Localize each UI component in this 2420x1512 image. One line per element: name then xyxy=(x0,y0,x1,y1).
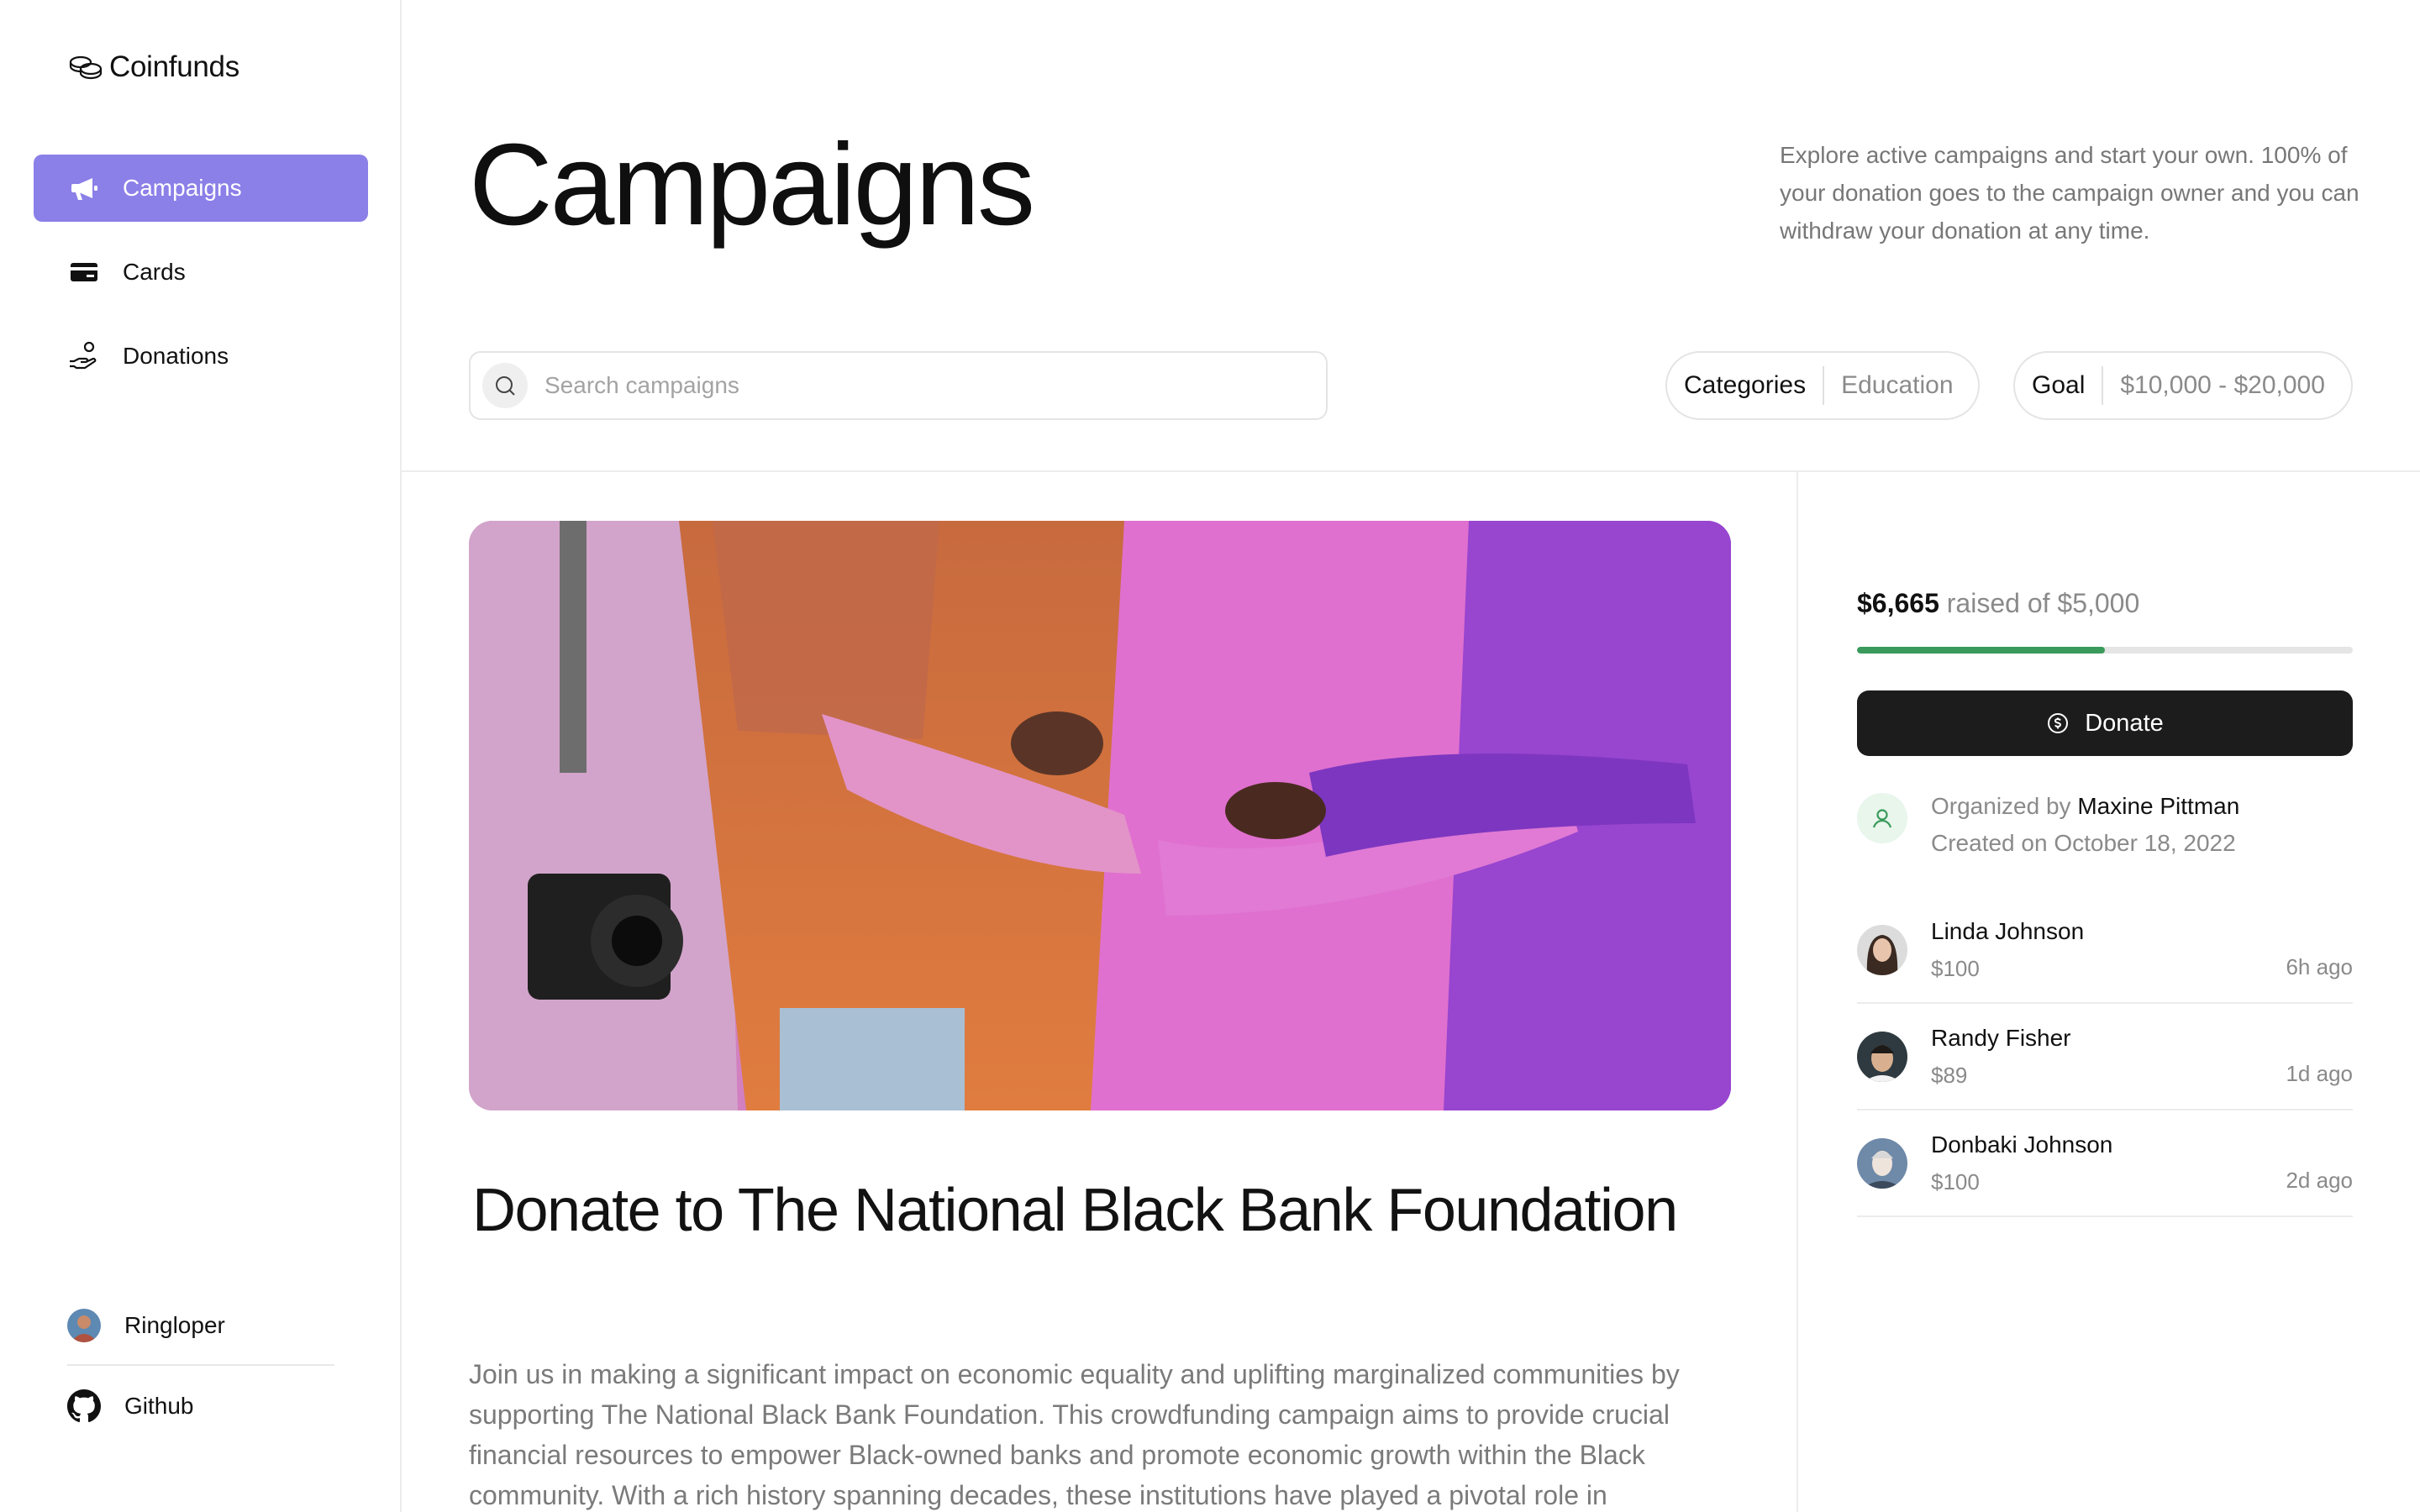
megaphone-icon xyxy=(67,171,101,205)
donor-row[interactable]: Linda Johnson $100 6h ago xyxy=(1857,897,2353,1004)
search-icon xyxy=(482,363,528,408)
sidebar: Coinfunds Campaigns Cards Donations Ring… xyxy=(0,0,402,1512)
sidebar-item-label: Cards xyxy=(123,259,186,285)
organizer-info: Organized by Maxine Pittman Created on O… xyxy=(1857,788,2239,862)
campaign-description: Join us in making a significant impact o… xyxy=(469,1359,1680,1510)
panel-divider xyxy=(1797,470,1798,1512)
donor-amount: $100 xyxy=(1931,955,1980,981)
donor-row[interactable]: Donbaki Johnson $100 2d ago xyxy=(1857,1110,2353,1217)
campaign-image xyxy=(469,521,1731,1110)
hand-coins-icon xyxy=(67,339,101,373)
avatar xyxy=(1857,1031,1907,1082)
donor-name: Randy Fisher xyxy=(1931,1024,2071,1051)
sidebar-item-donations[interactable]: Donations xyxy=(34,323,368,390)
campaign-title: Donate to The National Black Bank Founda… xyxy=(472,1177,1678,1244)
organizer-prefix: Organized by xyxy=(1931,793,2071,819)
organizer-text: Organized by Maxine Pittman Created on O… xyxy=(1931,788,2239,862)
avatar xyxy=(1857,1137,1907,1189)
sidebar-item-campaigns[interactable]: Campaigns xyxy=(34,155,368,222)
funding-summary: $6,665 raised of $5,000 xyxy=(1857,588,2139,619)
donor-time: 1d ago xyxy=(2286,1061,2353,1086)
filter-label: Goal xyxy=(2032,371,2086,399)
filter-divider xyxy=(1823,366,1825,405)
donate-label: Donate xyxy=(2085,709,2164,737)
sidebar-footer: Ringloper Github xyxy=(67,1294,334,1426)
sidebar-item-label: Donations xyxy=(123,343,229,369)
filter-divider xyxy=(2102,366,2104,405)
search-input[interactable] xyxy=(544,372,1284,399)
donor-amount: $89 xyxy=(1931,1062,1968,1088)
search-bar[interactable] xyxy=(469,351,1328,420)
divider xyxy=(67,1364,334,1366)
avatar xyxy=(1857,924,1907,975)
sidebar-nav: Campaigns Cards Donations xyxy=(34,155,368,407)
credit-card-icon xyxy=(67,255,101,289)
donor-name: Donbaki Johnson xyxy=(1931,1131,2113,1158)
header-divider xyxy=(402,470,2420,472)
app-logo[interactable]: Coinfunds xyxy=(67,49,239,86)
dollar-circle-icon xyxy=(2048,713,2069,733)
filter-value: $10,000 - $20,000 xyxy=(2120,371,2325,399)
avatar xyxy=(67,1309,101,1342)
organizer-name[interactable]: Maxine Pittman xyxy=(2077,793,2239,819)
github-icon xyxy=(67,1389,101,1423)
user-profile[interactable]: Ringloper xyxy=(67,1294,334,1357)
github-link[interactable]: Github xyxy=(67,1386,334,1426)
goal-filter[interactable]: Goal $10,000 - $20,000 xyxy=(2013,351,2353,420)
coins-icon xyxy=(69,55,103,80)
donor-list: Linda Johnson $100 6h ago Randy Fisher $… xyxy=(1857,897,2353,1217)
donor-amount: $100 xyxy=(1931,1168,1980,1194)
donor-row[interactable]: Randy Fisher $89 1d ago xyxy=(1857,1004,2353,1110)
github-label: Github xyxy=(124,1393,194,1419)
user-icon xyxy=(1857,793,1907,843)
filter-value: Education xyxy=(1841,371,1954,399)
app-name: Coinfunds xyxy=(109,50,239,83)
progress-fill xyxy=(1857,647,2105,654)
donor-time: 6h ago xyxy=(2286,954,2353,979)
sidebar-item-cards[interactable]: Cards xyxy=(34,239,368,306)
created-date: Created on October 18, 2022 xyxy=(1931,830,2236,856)
raised-goal: raised of $5,000 xyxy=(1946,588,2140,618)
funding-progress-bar xyxy=(1857,647,2353,654)
raised-amount: $6,665 xyxy=(1857,588,1939,618)
donor-name: Linda Johnson xyxy=(1931,917,2085,944)
page-title: Campaigns xyxy=(469,120,1035,249)
user-name: Ringloper xyxy=(124,1312,225,1338)
filter-label: Categories xyxy=(1684,371,1807,399)
page-intro: Explore active campaigns and start your … xyxy=(1780,142,2360,244)
sidebar-item-label: Campaigns xyxy=(123,175,242,201)
categories-filter[interactable]: Categories Education xyxy=(1665,351,1980,420)
donate-button[interactable]: Donate xyxy=(1857,690,2353,756)
donor-time: 2d ago xyxy=(2286,1168,2353,1193)
